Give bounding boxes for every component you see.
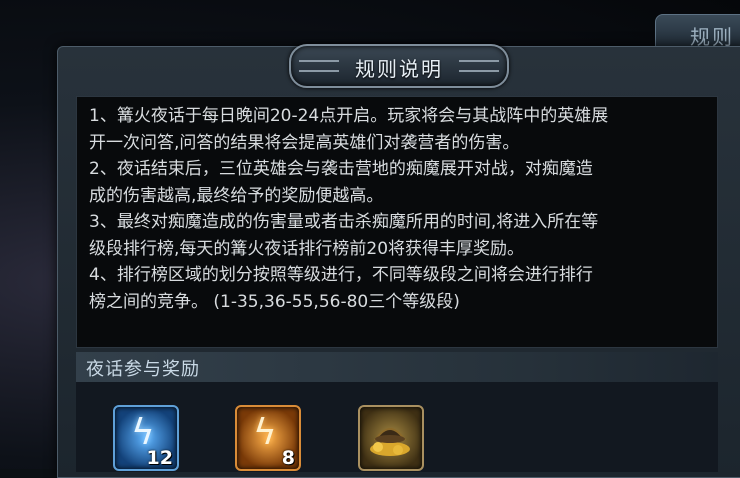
rule-line: 成的伤害越高,最终给予的奖励便越高。 bbox=[89, 185, 384, 206]
dialog-title-plate: 规则说明 bbox=[289, 44, 509, 88]
rule-line: 开一次问答,问答的结果将会提高英雄们对袭营者的伤害。 bbox=[89, 132, 520, 153]
rule-line: 1、篝火夜话于每日晚间20-24点开启。玩家将会与其战阵中的英雄展 bbox=[89, 106, 609, 126]
gold-helmet-icon bbox=[370, 428, 410, 456]
rule-line: 榜之间的竞争。 (1-35,36-55,56-80三个等级段) bbox=[89, 291, 460, 312]
reward-item[interactable] bbox=[358, 405, 424, 471]
rules-text-box: 1、篝火夜话于每日晚间20-24点开启。玩家将会与其战阵中的英雄展 开一次问答,… bbox=[76, 96, 718, 348]
rule-line: 2、夜话结束后，三位英雄会与袭击营地的痴魔展开对战，对痴魔造 bbox=[89, 159, 593, 179]
reward-item[interactable]: ϟ 8 bbox=[235, 405, 301, 471]
reward-section-header: 夜话参与奖励 bbox=[76, 352, 718, 382]
rule-line: 4、排行榜区域的划分按照等级进行，不同等级段之间将会进行排行 bbox=[89, 265, 593, 285]
reward-section-title: 夜话参与奖励 bbox=[86, 359, 200, 380]
dialog-title: 规则说明 bbox=[355, 57, 443, 81]
reward-count: 12 bbox=[146, 447, 173, 469]
rule-line: 级段排行榜,每天的篝火夜话排行榜前20将获得丰厚奖励。 bbox=[89, 238, 525, 259]
orange-lightning-icon: ϟ bbox=[253, 412, 277, 453]
reward-count: 8 bbox=[281, 447, 295, 469]
reward-item[interactable]: ϟ 12 bbox=[113, 405, 179, 471]
rule-line: 3、最终对痴魔造成的伤害量或者击杀痴魔所用的时间,将进入所在等 bbox=[89, 212, 599, 232]
